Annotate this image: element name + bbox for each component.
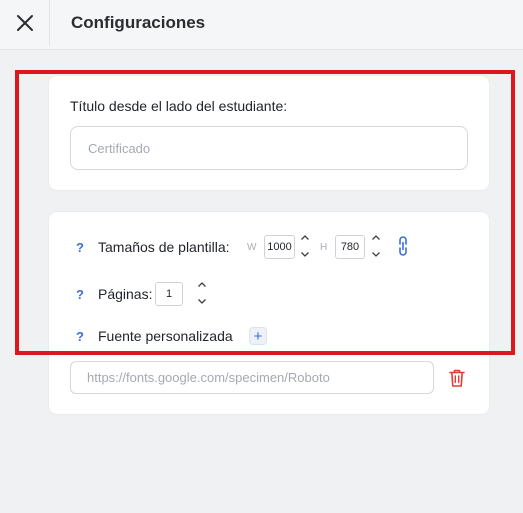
font-url-input[interactable]: https://fonts.google.com/specimen/Roboto <box>70 361 434 394</box>
template-size-row: ? Tamaños de plantilla: W 1000 H 780 <box>49 234 489 259</box>
pages-row: ? Páginas: 1 <box>49 281 489 306</box>
link-icon[interactable] <box>396 235 410 257</box>
student-title-placeholder: Certificado <box>88 140 151 156</box>
custom-font-row: ? Fuente personalizada + <box>49 325 489 347</box>
page-title: Configuraciones <box>71 13 206 32</box>
chevron-down-icon[interactable] <box>371 251 381 258</box>
height-letter: H <box>320 241 328 253</box>
width-letter: W <box>247 241 257 253</box>
font-url-placeholder: https://fonts.google.com/specimen/Roboto <box>87 370 330 385</box>
student-title-card: Título desde el lado del estudiante: Cer… <box>49 76 489 190</box>
template-size-help-icon[interactable]: ? <box>76 240 84 255</box>
chevron-up-icon[interactable] <box>197 281 207 288</box>
chevron-up-icon[interactable] <box>300 234 310 241</box>
chevron-up-icon[interactable] <box>371 234 381 241</box>
student-title-input[interactable]: Certificado <box>70 126 468 170</box>
template-size-label: Tamaños de plantilla: <box>98 239 230 255</box>
width-stepper[interactable] <box>299 234 311 258</box>
height-input[interactable]: 780 <box>335 235 365 259</box>
chevron-down-icon[interactable] <box>300 251 310 258</box>
pages-stepper[interactable] <box>196 281 208 305</box>
height-stepper[interactable] <box>370 234 382 258</box>
header-bar: Configuraciones <box>0 0 523 50</box>
trash-icon[interactable] <box>448 368 466 388</box>
custom-font-label: Fuente personalizada <box>98 328 233 344</box>
template-settings-card: ? Tamaños de plantilla: W 1000 H 780 ? P… <box>49 212 489 414</box>
pages-input[interactable]: 1 <box>155 282 183 306</box>
close-icon <box>16 15 33 31</box>
add-font-button[interactable]: + <box>249 327 267 345</box>
close-button[interactable] <box>0 0 50 46</box>
chevron-down-icon[interactable] <box>197 298 207 305</box>
width-input[interactable]: 1000 <box>264 235 295 259</box>
pages-label: Páginas: <box>98 286 153 302</box>
pages-help-icon[interactable]: ? <box>76 287 84 302</box>
custom-font-help-icon[interactable]: ? <box>76 329 84 344</box>
student-title-label: Título desde el lado del estudiante: <box>70 98 288 114</box>
